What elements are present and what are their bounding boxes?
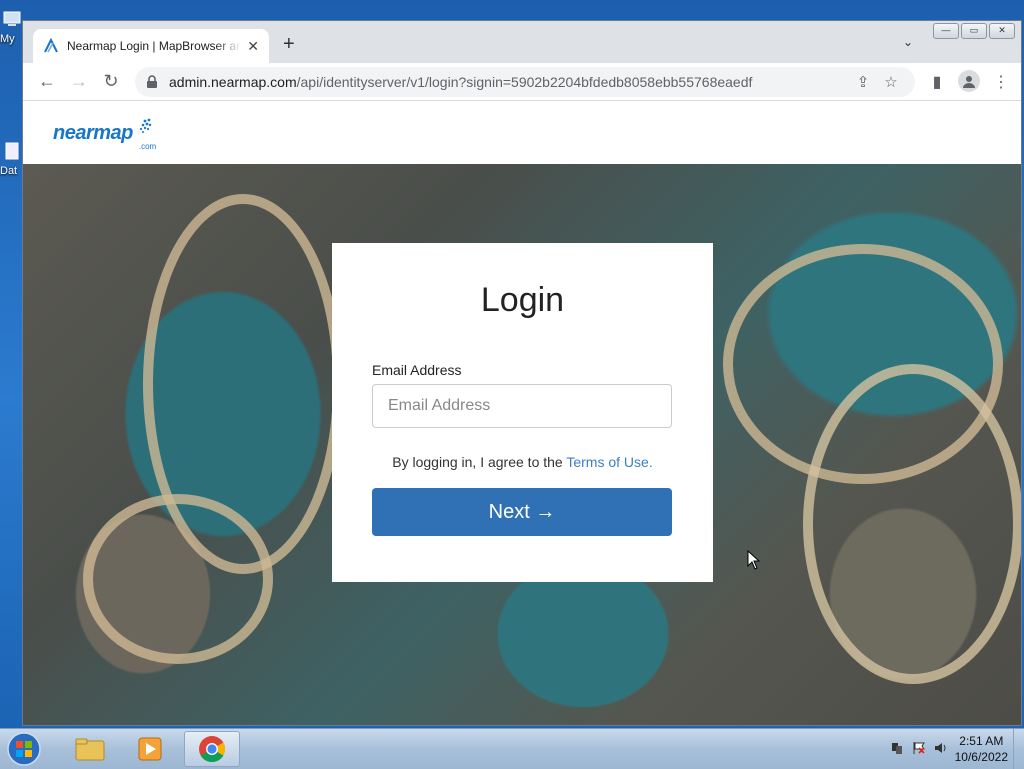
nearmap-favicon-icon — [44, 38, 58, 53]
computer-icon — [3, 11, 21, 26]
avatar-icon — [958, 70, 980, 92]
taskbar-chrome[interactable] — [184, 731, 240, 767]
action-center-flag-icon[interactable] — [912, 741, 926, 755]
browser-toolbar: ← → ↻ admin.nearmap.com/api/identityserv… — [23, 63, 1021, 101]
new-tab-button[interactable]: + — [283, 33, 295, 56]
terms-prefix: By logging in, I agree to the — [392, 454, 567, 470]
shoreline-decoration — [803, 364, 1021, 684]
media-player-icon — [138, 737, 162, 761]
tab-nearmap-login[interactable]: Nearmap Login | MapBrowser an ✕ — [33, 29, 269, 63]
browser-menu-icon[interactable]: ⋮ — [985, 72, 1017, 92]
taskbar-file-explorer[interactable] — [62, 731, 118, 767]
clock-time: 2:51 AM — [959, 734, 1004, 748]
clock-date: 10/6/2022 — [954, 750, 1008, 764]
url-text[interactable]: admin.nearmap.com/api/identityserver/v1/… — [169, 74, 849, 90]
url-host: admin.nearmap.com — [169, 73, 297, 90]
taskbar: 2:51 AM 10/6/2022 — [0, 728, 1024, 769]
login-card: Login Email Address By logging in, I agr… — [332, 243, 713, 582]
site-header: nearmap .com — [23, 101, 1021, 164]
logo-dots-icon — [139, 118, 152, 133]
taskbar-media-player[interactable] — [122, 731, 178, 767]
url-path: /api/identityserver/v1/login?signin=5902… — [296, 73, 753, 90]
tab-title: Nearmap Login | MapBrowser an — [67, 39, 242, 53]
show-desktop-button[interactable] — [1013, 729, 1024, 769]
desktop-icon-my-computer[interactable]: My — [0, 10, 24, 45]
reload-button[interactable]: ↻ — [95, 67, 127, 97]
desktop-icon-label: Dat — [0, 165, 18, 177]
nearmap-logo[interactable]: nearmap .com — [53, 117, 156, 151]
email-label: Email Address — [372, 362, 462, 378]
folder-icon — [75, 738, 105, 761]
taskbar-clock[interactable]: 2:51 AM 10/6/2022 — [955, 733, 1008, 765]
next-button[interactable]: Next → — [372, 488, 672, 536]
shoreline-decoration — [83, 494, 273, 664]
start-button-windows-icon[interactable] — [4, 731, 44, 767]
aerial-background-image: Login Email Address By logging in, I agr… — [23, 164, 1021, 725]
terms-text: By logging in, I agree to the Terms of U… — [372, 454, 673, 470]
login-title: Login — [480, 281, 565, 319]
desktop-icon-data[interactable]: Dat — [0, 142, 24, 177]
file-icon — [5, 142, 19, 160]
lock-icon[interactable] — [145, 74, 159, 89]
forward-button[interactable]: → — [63, 67, 95, 97]
address-bar[interactable]: admin.nearmap.com/api/identityserver/v1/… — [135, 66, 915, 97]
system-tray — [890, 741, 948, 755]
volume-icon[interactable] — [934, 741, 948, 755]
mouse-cursor-icon — [747, 550, 761, 570]
browser-window: — ▭ ✕ Nearmap Login | MapBrowser an ✕ + … — [22, 20, 1022, 726]
tab-close-icon[interactable]: ✕ — [247, 38, 259, 55]
terms-of-use-link[interactable]: Terms of Use. — [566, 454, 652, 470]
logo-suffix: .com — [138, 142, 157, 151]
desktop-icon-label: My — [0, 33, 15, 45]
share-icon[interactable]: ⇪ — [849, 73, 877, 91]
chrome-icon — [199, 736, 226, 763]
email-field[interactable] — [372, 384, 672, 428]
back-button[interactable]: ← — [31, 67, 63, 97]
logo-text: nearmap — [53, 122, 133, 144]
tab-strip: Nearmap Login | MapBrowser an ✕ + ⌄ — [23, 21, 1021, 63]
web-page: nearmap .com Login Email Address Email A… — [23, 101, 1021, 725]
bookmark-star-icon[interactable]: ☆ — [877, 73, 905, 91]
tab-search-chevron-down-icon[interactable]: ⌄ — [903, 35, 913, 49]
profile-button[interactable] — [953, 70, 985, 93]
network-icon[interactable] — [890, 741, 904, 755]
side-panel-icon[interactable]: ▮ — [921, 72, 953, 92]
